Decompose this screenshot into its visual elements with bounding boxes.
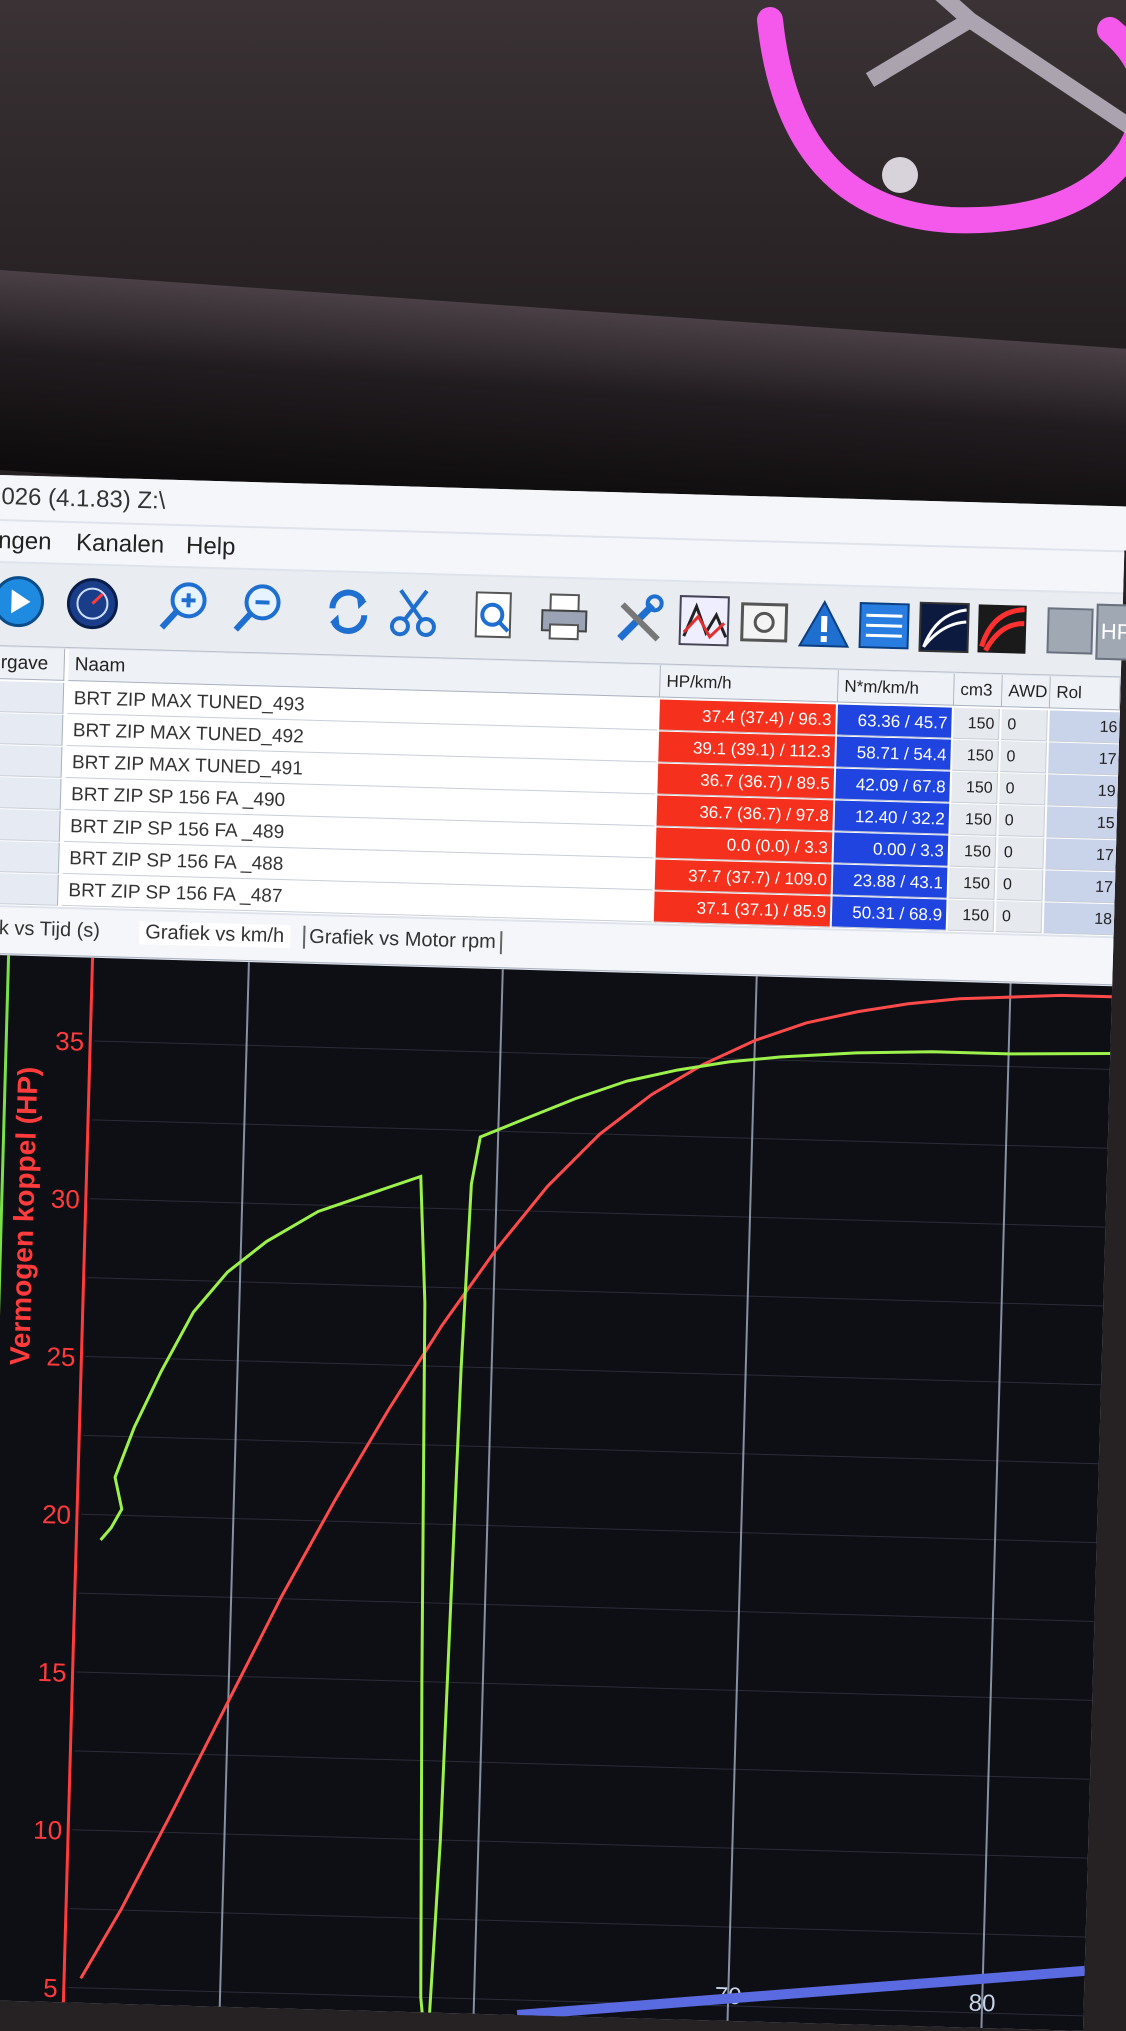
run-rpm: 17: [1044, 870, 1116, 904]
y-tick-label: 30: [50, 1184, 80, 1215]
tools-icon[interactable]: [611, 590, 669, 648]
run-awd: 0: [997, 837, 1045, 870]
run-nm: 0.00 / 3.3: [833, 832, 949, 867]
run-cc: 150: [952, 739, 999, 772]
run-rpm: 15: [1046, 806, 1118, 840]
run-rpm: 18: [1043, 902, 1115, 936]
row-cell-left: [0, 776, 62, 810]
row-cell-left: [0, 744, 63, 778]
graph-icon[interactable]: [675, 592, 733, 650]
run-rpm: 17: [1045, 838, 1117, 872]
list-icon[interactable]: [855, 597, 913, 655]
run-cc: 150: [949, 835, 997, 868]
run-awd: 0: [1000, 741, 1047, 774]
run-cc: 150: [948, 867, 996, 900]
run-hp: 37.1 (37.1) / 85.9: [653, 891, 831, 928]
refresh-icon[interactable]: [320, 582, 378, 640]
menu-item-kanalen[interactable]: Kanalen: [76, 529, 165, 559]
column-header-cc[interactable]: cm3: [953, 673, 1003, 708]
run-cc: 150: [950, 803, 998, 836]
row-cell-left: [0, 872, 59, 906]
run-rpm: 17: [1048, 742, 1119, 776]
camera-icon[interactable]: [735, 594, 793, 652]
grid-line-vertical: [218, 962, 250, 2007]
run-hp: 36.7 (36.7) / 97.8: [656, 795, 834, 832]
run-awd: 0: [999, 773, 1047, 806]
speedometer-icon[interactable]: [64, 575, 122, 633]
run-awd: 0: [996, 869, 1044, 902]
menu-item-help[interactable]: Help: [186, 532, 236, 561]
tab-kmh[interactable]: Grafiek vs km/h: [138, 921, 291, 949]
grid-line-vertical: [472, 969, 504, 2014]
row-cell-left: [0, 840, 60, 874]
row-cell-left: [0, 712, 64, 746]
y-tick-label: 25: [46, 1341, 76, 1372]
hp-icon-label: HP: [1100, 618, 1126, 645]
tab-time[interactable]: iek vs Tijd (s): [0, 917, 100, 943]
column-header-hp[interactable]: HP/km/h: [660, 665, 839, 703]
run-cc: 150: [953, 707, 1000, 740]
run-awd: 0: [998, 805, 1046, 838]
y-axis-label: Vermogen koppel (HP): [4, 1066, 43, 1365]
run-rpm: 16: [1048, 710, 1120, 744]
x-tick-label: 80: [968, 1990, 995, 2018]
chart-svg: 3530252015105000000Vermogen koppel (HP)7…: [0, 955, 1112, 2031]
y-tick-label: 35: [55, 1026, 85, 1057]
run-cc: 150: [951, 771, 999, 804]
run-hp: 39.1 (39.1) / 112.3: [658, 731, 836, 768]
column-header-awd[interactable]: AWD: [1001, 675, 1051, 709]
run-nm: 42.09 / 67.8: [835, 768, 951, 803]
runs-table: rgave Naam HP/km/h N*m/km/h cm3 AWD Rol …: [0, 646, 1121, 937]
y-tick-label: 10: [33, 1815, 63, 1846]
run-hp: 37.7 (37.7) / 109.0: [654, 859, 832, 896]
photo-scene: 026 (4.1.83) Z:\ ngen Kanalen Help HP rg…: [0, 0, 1126, 2031]
zoom-in-icon[interactable]: [156, 577, 214, 635]
column-header-rpm[interactable]: Rol RPM: [1049, 676, 1121, 735]
play-icon[interactable]: [0, 573, 47, 631]
printer-icon[interactable]: [535, 588, 593, 646]
run-hp: 37.4 (37.4) / 96.3: [659, 699, 836, 736]
run-awd: 0: [995, 900, 1043, 934]
power-line: [79, 993, 1112, 1980]
run-nm: 63.36 / 45.7: [837, 704, 952, 739]
red-lines-icon[interactable]: [973, 600, 1031, 658]
dyno-chart: 3530252015105000000Vermogen koppel (HP)7…: [0, 954, 1113, 2031]
monitor-screen: 026 (4.1.83) Z:\ ngen Kanalen Help HP rg…: [0, 475, 1126, 2031]
cut-icon[interactable]: [386, 584, 444, 642]
run-nm: 58.71 / 54.4: [836, 736, 951, 771]
tab-motor-rpm[interactable]: Grafiek vs Motor rpm: [302, 925, 503, 955]
row-cell-left: [0, 808, 61, 842]
grid-line-vertical: [980, 983, 1012, 2029]
run-rpm: 19: [1047, 774, 1119, 808]
column-header-nm[interactable]: N*m/km/h: [837, 670, 955, 706]
y-tick-label: 20: [42, 1499, 72, 1530]
warning-icon[interactable]: [795, 595, 853, 653]
column-header-left[interactable]: rgave: [0, 646, 66, 681]
y-axis-power: [61, 957, 95, 2003]
run-hp: 0.0 (0.0) / 3.3: [655, 827, 833, 864]
menu-item-instellingen[interactable]: ngen: [0, 527, 52, 556]
run-cc: 150: [947, 899, 995, 932]
neon-light-icon: [757, 0, 1126, 234]
document-search-icon[interactable]: [466, 586, 524, 644]
curves-icon[interactable]: [915, 599, 973, 657]
zoom-out-icon[interactable]: [230, 579, 288, 637]
run-nm: 50.31 / 68.9: [831, 896, 947, 931]
y-tick-label: 15: [37, 1657, 67, 1688]
run-nm: 23.88 / 43.1: [832, 864, 948, 899]
row-cell-left: [0, 680, 65, 714]
grid-line-vertical: [726, 976, 758, 2021]
run-awd: 0: [1000, 709, 1048, 742]
hp-icon[interactable]: HP: [1095, 603, 1126, 661]
y-tick-label: 5: [43, 1973, 58, 2003]
y-axis-torque: [0, 955, 11, 2001]
x-axis-bar: [516, 1965, 1086, 2021]
run-nm: 12.40 / 32.2: [834, 800, 950, 835]
blank-icon[interactable]: [1041, 602, 1099, 660]
run-hp: 36.7 (36.7) / 89.5: [657, 763, 835, 800]
